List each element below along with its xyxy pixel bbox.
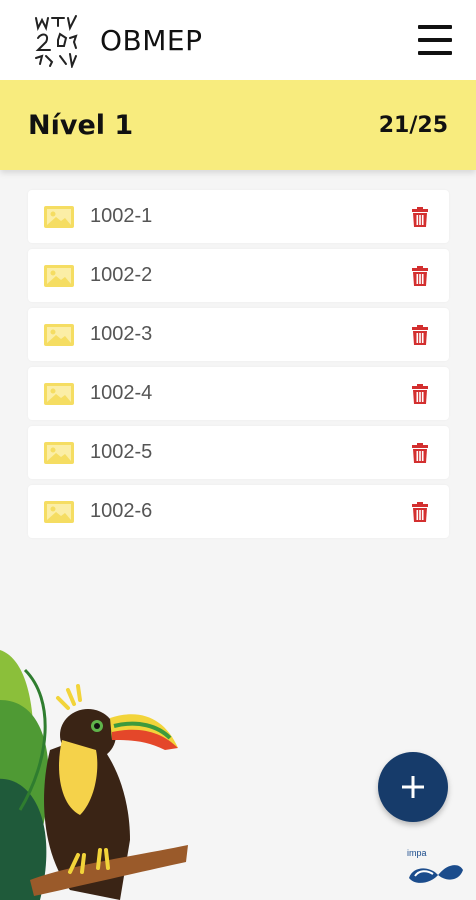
app-bar: OBMEP (0, 0, 476, 80)
trash-icon[interactable] (411, 442, 429, 463)
trash-icon[interactable] (411, 501, 429, 522)
image-icon (44, 500, 74, 523)
add-button[interactable] (378, 752, 448, 822)
list-item-label: 1002-4 (90, 382, 153, 404)
trash-icon[interactable] (411, 265, 429, 286)
image-icon (44, 323, 74, 346)
app-title: OBMEP (100, 23, 203, 57)
list-item-label: 1002-3 (90, 323, 153, 345)
impa-logo: impa (405, 848, 467, 888)
toucan-illustration (0, 650, 188, 900)
list-item[interactable]: 1002-2 (28, 249, 449, 302)
list-item-label: 1002-5 (90, 441, 153, 463)
list-item[interactable]: 1002-3 (28, 308, 449, 361)
list-item[interactable]: 1002-4 (28, 367, 449, 420)
trash-icon[interactable] (411, 206, 429, 227)
list-item-label: 1002-1 (90, 205, 153, 227)
list-item-label: 1002-6 (90, 500, 153, 522)
image-icon (44, 205, 74, 228)
level-title: Nível 1 (28, 109, 134, 141)
hamburger-menu-icon[interactable] (418, 25, 452, 55)
trash-icon[interactable] (411, 383, 429, 404)
level-header: Nível 1 21/25 (0, 80, 476, 170)
trash-icon[interactable] (411, 324, 429, 345)
plus-icon (402, 776, 424, 798)
image-icon (44, 264, 74, 287)
list-item-label: 1002-2 (90, 264, 153, 286)
image-list: 1002-1 1002-2 1002-3 1002-4 1002-5 1002-… (28, 190, 449, 544)
list-item[interactable]: 1002-1 (28, 190, 449, 243)
list-item[interactable]: 1002-6 (28, 485, 449, 538)
obmep-logo (35, 15, 78, 68)
level-progress-count: 21/25 (378, 112, 448, 138)
image-icon (44, 382, 74, 405)
list-item[interactable]: 1002-5 (28, 426, 449, 479)
impa-infinity-mark (409, 865, 463, 883)
image-icon (44, 441, 74, 464)
